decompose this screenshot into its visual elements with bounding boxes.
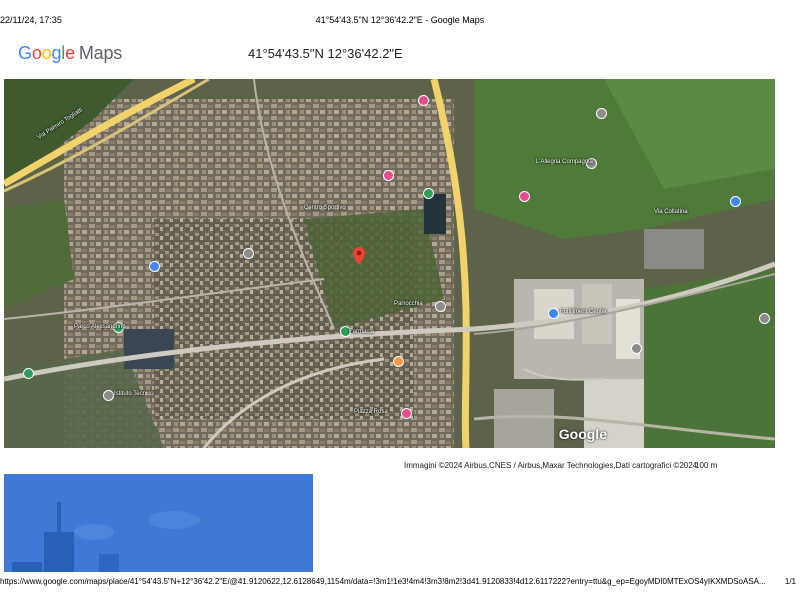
poi-marker[interactable] [760, 314, 769, 323]
logo-letter: o [41, 43, 52, 63]
city-skyline-icon [4, 474, 313, 572]
scale-label[interactable]: 100 m [695, 461, 717, 470]
poi-marker[interactable] [419, 96, 428, 105]
poi-marker[interactable] [549, 309, 558, 318]
poi-marker[interactable] [520, 192, 529, 201]
map-label: Centro Sportivo [304, 205, 346, 211]
poi-marker[interactable] [150, 262, 159, 271]
page-url: https://www.google.com/maps/place/41°54'… [0, 577, 766, 586]
poi-marker[interactable] [597, 109, 606, 118]
poi-marker[interactable] [632, 344, 641, 353]
map-label: Farmacia [349, 329, 375, 335]
google-watermark: Google [558, 426, 607, 442]
logo-letter: g [51, 43, 62, 63]
satellite-map[interactable]: Via Palmiro Togliatti Centro Sportivo Pa… [4, 79, 775, 448]
map-label: Piazza Rosa [354, 409, 388, 415]
poi-marker[interactable] [394, 357, 403, 366]
place-coordinates: 41°54'43.5"N 12°36'42.2"E [248, 46, 403, 61]
map-label: Via Collatina [654, 209, 688, 215]
logo-maps-text: Maps [78, 43, 123, 63]
poi-marker[interactable] [424, 189, 433, 198]
map-label: Fulfillment Center [560, 309, 608, 315]
logo-letter: e [65, 43, 75, 63]
poi-marker[interactable] [104, 391, 113, 400]
google-maps-logo[interactable]: Google Maps [18, 43, 122, 64]
page-number: 1/1 [784, 577, 796, 586]
logo-letter: o [31, 43, 42, 63]
poi-marker[interactable] [402, 409, 411, 418]
map-label: L'Allegria Compagnia [536, 159, 593, 165]
map-attribution[interactable]: Immagini ©2024 Airbus,CNES / Airbus,Maxa… [404, 461, 697, 470]
street-view-thumbnail[interactable] [4, 474, 313, 572]
map-label: Istituto Tecnico [114, 391, 154, 397]
poi-marker[interactable] [24, 369, 33, 378]
logo-letter: G [18, 43, 32, 63]
poi-marker[interactable] [244, 249, 253, 258]
poi-marker[interactable] [731, 197, 740, 206]
poi-marker[interactable] [436, 302, 445, 311]
poi-marker[interactable] [384, 171, 393, 180]
location-pin-icon[interactable] [353, 247, 365, 265]
map-label: Parco Alessandrino [74, 324, 126, 330]
print-title: 41°54'43.5"N 12°36'42.2"E - Google Maps [315, 15, 485, 25]
map-label: Parrocchia [394, 301, 423, 307]
